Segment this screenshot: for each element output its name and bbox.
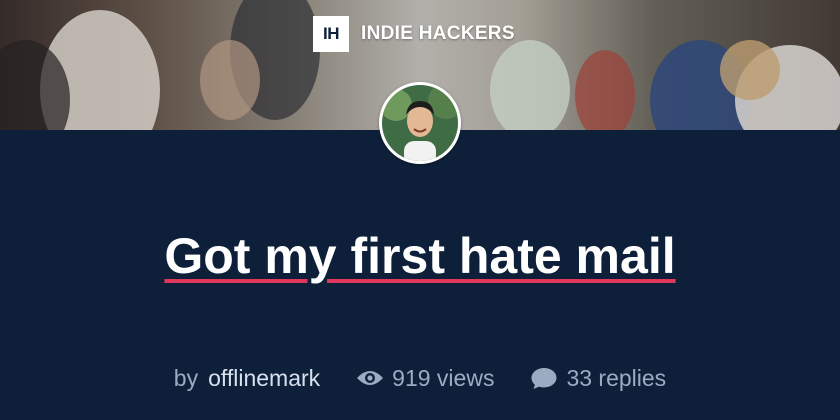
logo-wordmark: INDIE HACKERS bbox=[361, 23, 515, 44]
views-stat: 919 views bbox=[356, 365, 494, 392]
post-title[interactable]: Got my first hate mail bbox=[164, 224, 675, 288]
replies-stat[interactable]: 33 replies bbox=[530, 365, 666, 392]
post-title-container: Got my first hate mail bbox=[0, 224, 840, 288]
speech-bubble-icon bbox=[531, 368, 557, 389]
replies-count: 33 replies bbox=[566, 364, 667, 391]
indie-hackers-logo[interactable]: IH INDIE HACKERS bbox=[313, 16, 515, 52]
by-label: by bbox=[173, 364, 199, 391]
post-meta: by offlinemark 919 views 33 replies bbox=[0, 362, 840, 394]
views-count: 919 views bbox=[392, 364, 495, 391]
logo-mark: IH bbox=[313, 16, 349, 52]
author-link[interactable]: offlinemark bbox=[208, 365, 320, 392]
avatar-portrait bbox=[382, 85, 458, 161]
author-avatar[interactable] bbox=[379, 82, 461, 164]
eye-icon bbox=[357, 371, 384, 385]
